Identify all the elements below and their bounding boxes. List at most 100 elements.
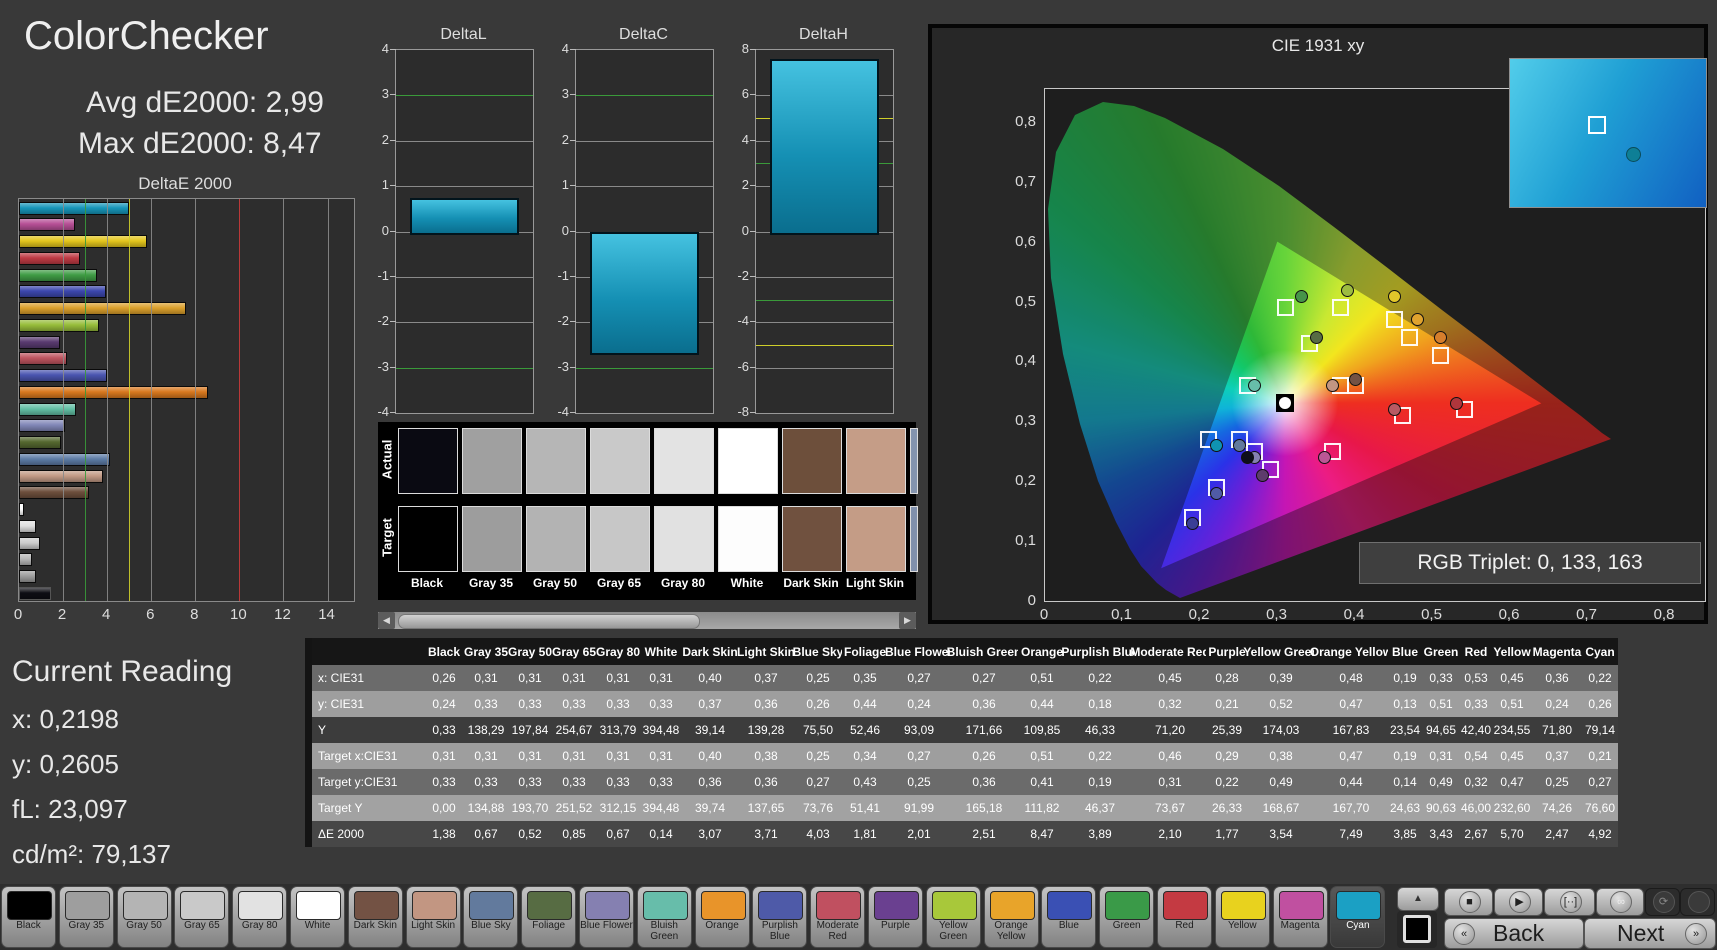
table-cell: 0,27 (794, 769, 842, 795)
table-cell: 0,33 (508, 769, 552, 795)
play-button[interactable]: ▶ (1494, 888, 1543, 916)
col-header: Orange (1018, 638, 1066, 665)
table-cell: 165,18 (950, 795, 1018, 821)
patch-button-yellow[interactable]: Yellow (1215, 886, 1270, 948)
pattern-window-preview[interactable] (1397, 911, 1437, 948)
patch-button-yellow-green[interactable]: Yellow Green (926, 886, 981, 948)
scroll-right-icon[interactable]: ▶ (899, 612, 916, 629)
gridline (63, 199, 64, 601)
table-cell: 0,36 (950, 691, 1018, 717)
patch-button-gray-35[interactable]: Gray 35 (59, 886, 114, 948)
table-row: Target x:CIE310,310,310,310,310,310,310,… (312, 743, 1618, 769)
chart-title-deltac: DeltaC (575, 26, 712, 44)
next-button[interactable]: Next » (1584, 918, 1716, 949)
patch-button-gray-65[interactable]: Gray 65 (174, 886, 229, 948)
patch-button-gray-80[interactable]: Gray 80 (232, 886, 287, 948)
swatch-label: Gray 50 (525, 576, 585, 590)
cie-x-tick-label: 0,8 (1647, 606, 1681, 623)
patch-button-light-skin[interactable]: Light Skin (406, 886, 461, 948)
patch-color-chip (1336, 891, 1381, 920)
table-cell: 134,88 (464, 795, 508, 821)
back-button[interactable]: « Back (1444, 918, 1584, 949)
patch-color-chip (65, 891, 110, 920)
patch-button-purple[interactable]: Purple (868, 886, 923, 948)
row-label: x: CIE31 (312, 665, 424, 691)
row-label: ΔE 2000 (312, 821, 424, 847)
table-cell: 1,38 (424, 821, 464, 847)
patch-button-orange[interactable]: Orange (695, 886, 750, 948)
patch-button-moderate-red[interactable]: Moderate Red (810, 886, 865, 948)
back-icon: « (1453, 923, 1475, 945)
y-tick-label: -2 (363, 313, 389, 328)
table-cell: 0,47 (1314, 743, 1388, 769)
patch-button-cyan[interactable]: Cyan (1330, 886, 1385, 948)
col-header: White (640, 638, 682, 665)
actual-target-swatch-panel: ActualTargetBlackGray 35Gray 50Gray 65Gr… (378, 422, 916, 600)
actual-swatch-gray-65 (590, 428, 650, 494)
patch-button-red[interactable]: Red (1157, 886, 1212, 948)
y-tick-label: -2 (723, 268, 749, 283)
patch-button-gray-50[interactable]: Gray 50 (117, 886, 172, 948)
cie-y-tick-label: 0,3 (998, 412, 1036, 429)
gridline (396, 277, 533, 278)
stop-button[interactable]: ■ (1444, 888, 1493, 916)
y-tick (570, 140, 576, 141)
patch-button-magenta[interactable]: Magenta (1273, 886, 1328, 948)
y-tick-label: -4 (543, 404, 569, 419)
patch-button-orange-yellow[interactable]: Orange Yellow (984, 886, 1039, 948)
deltae-bar-gray-65 (19, 537, 40, 550)
scroll-left-icon[interactable]: ◀ (378, 612, 395, 629)
scrollbar-thumb[interactable] (398, 614, 700, 629)
table-cell: 74,26 (1532, 795, 1582, 821)
swatch-label: Dark Skin (781, 576, 841, 590)
patch-color-chip (7, 891, 52, 920)
pattern-up-button[interactable]: ▲ (1397, 887, 1439, 911)
cie-y-tick-label: 0,1 (998, 532, 1036, 549)
cie-y-tick-label: 0,4 (998, 352, 1036, 369)
measurement-table: BlackGray 35Gray 50Gray 65Gray 80WhiteDa… (305, 638, 1618, 847)
table-cell: 46,00 (1460, 795, 1492, 821)
patch-button-green[interactable]: Green (1099, 886, 1154, 948)
patch-button-blue[interactable]: Blue (1041, 886, 1096, 948)
patch-button-bluish-green[interactable]: Bluish Green (637, 886, 692, 948)
table-cell: 0,44 (842, 691, 888, 717)
table-cell: 0,31 (508, 665, 552, 691)
patch-button-white[interactable]: White (290, 886, 345, 948)
y-tick (570, 412, 576, 413)
patch-button-dark-skin[interactable]: Dark Skin (348, 886, 403, 948)
patch-button-purplish-blue[interactable]: Purplish Blue (752, 886, 807, 948)
patch-color-chip (1221, 891, 1266, 920)
measured-point-green (1295, 290, 1308, 303)
table-cell: 0,21 (1582, 743, 1618, 769)
loop-button[interactable]: ∞ (1596, 888, 1644, 916)
y-tick (750, 231, 756, 232)
patch-button-label: Green (1100, 920, 1153, 931)
patch-button-black[interactable]: Black (1, 886, 56, 948)
row-label-actual: Actual (380, 428, 395, 492)
table-cell: 312,15 (596, 795, 640, 821)
patch-button-foliage[interactable]: Foliage (521, 886, 576, 948)
table-cell: 76,60 (1582, 795, 1618, 821)
table-cell: 0,38 (1248, 743, 1314, 769)
swatch-label: Light Skin (845, 576, 905, 590)
table-cell: 139,28 (738, 717, 794, 743)
swatch-label: Gray 35 (461, 576, 521, 590)
table-cell: 0,33 (1460, 691, 1492, 717)
table-cell: 0,31 (464, 665, 508, 691)
patch-button-blue-flower[interactable]: Blue Flower (579, 886, 634, 948)
row-label: Target x:CIE31 (312, 743, 424, 769)
table-cell: 0,31 (596, 743, 640, 769)
refresh-icon: ⟳ (1653, 891, 1675, 913)
pattern-size-button[interactable]: [··] (1544, 888, 1595, 916)
target-swatch-gray-80 (654, 506, 714, 572)
patch-button-blue-sky[interactable]: Blue Sky (463, 886, 518, 948)
patch-button-label: Cyan (1331, 920, 1384, 931)
table-cell: 0,38 (738, 743, 794, 769)
page-title: ColorChecker (24, 14, 269, 59)
deltae-bar-purple (19, 336, 60, 349)
swatch-scrollbar[interactable]: ◀ ▶ (378, 612, 916, 629)
y-tick (570, 367, 576, 368)
reading-x: x: 0,2198 (12, 704, 119, 735)
table-cell: 4,92 (1582, 821, 1618, 847)
actual-swatch-black (398, 428, 458, 494)
